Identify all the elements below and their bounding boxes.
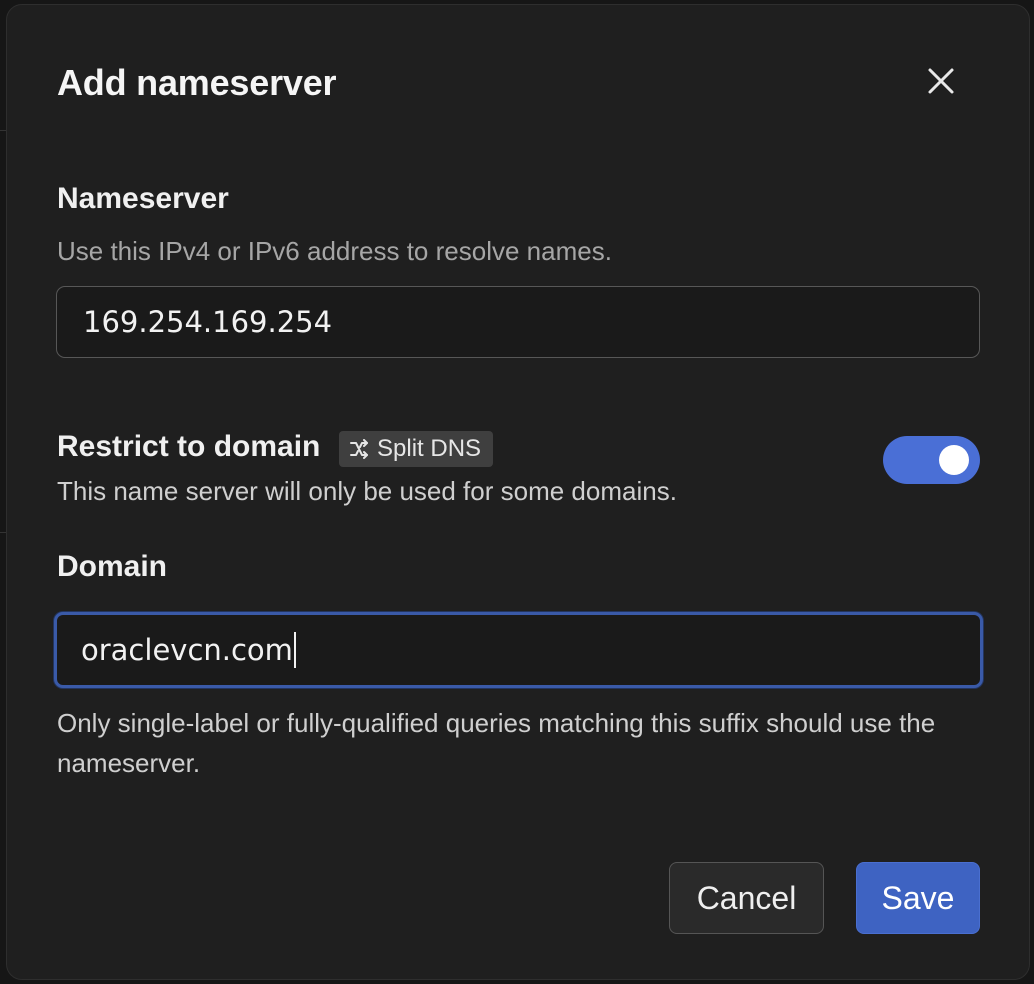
toggle-knob (939, 445, 969, 475)
split-dns-label: Split DNS (377, 435, 482, 462)
restrict-help: This name server will only be used for s… (57, 476, 677, 506)
dialog-title: Add nameserver (57, 62, 337, 103)
shuffle-icon (350, 439, 368, 459)
close-button[interactable] (921, 61, 961, 101)
close-icon (928, 68, 954, 94)
domain-label: Domain (57, 550, 168, 583)
nameserver-input[interactable]: 169.254.169.254 (56, 286, 980, 358)
domain-input[interactable]: oraclevcn.com (54, 612, 983, 688)
domain-value: oraclevcn.com (81, 633, 293, 667)
split-dns-badge: Split DNS (339, 431, 494, 467)
restrict-to-domain-label: Restrict to domain (57, 430, 321, 463)
save-button[interactable]: Save (856, 862, 980, 934)
restrict-to-domain-toggle[interactable] (883, 436, 980, 484)
cancel-button[interactable]: Cancel (669, 862, 824, 934)
domain-help: Only single-label or fully-qualified que… (57, 708, 936, 778)
nameserver-help: Use this IPv4 or IPv6 address to resolve… (57, 236, 612, 266)
nameserver-label: Nameserver (57, 182, 229, 215)
nameserver-value: 169.254.169.254 (83, 305, 333, 339)
add-nameserver-dialog: Add nameserver Nameserver Use this IPv4 … (6, 4, 1030, 980)
text-cursor (293, 632, 296, 668)
